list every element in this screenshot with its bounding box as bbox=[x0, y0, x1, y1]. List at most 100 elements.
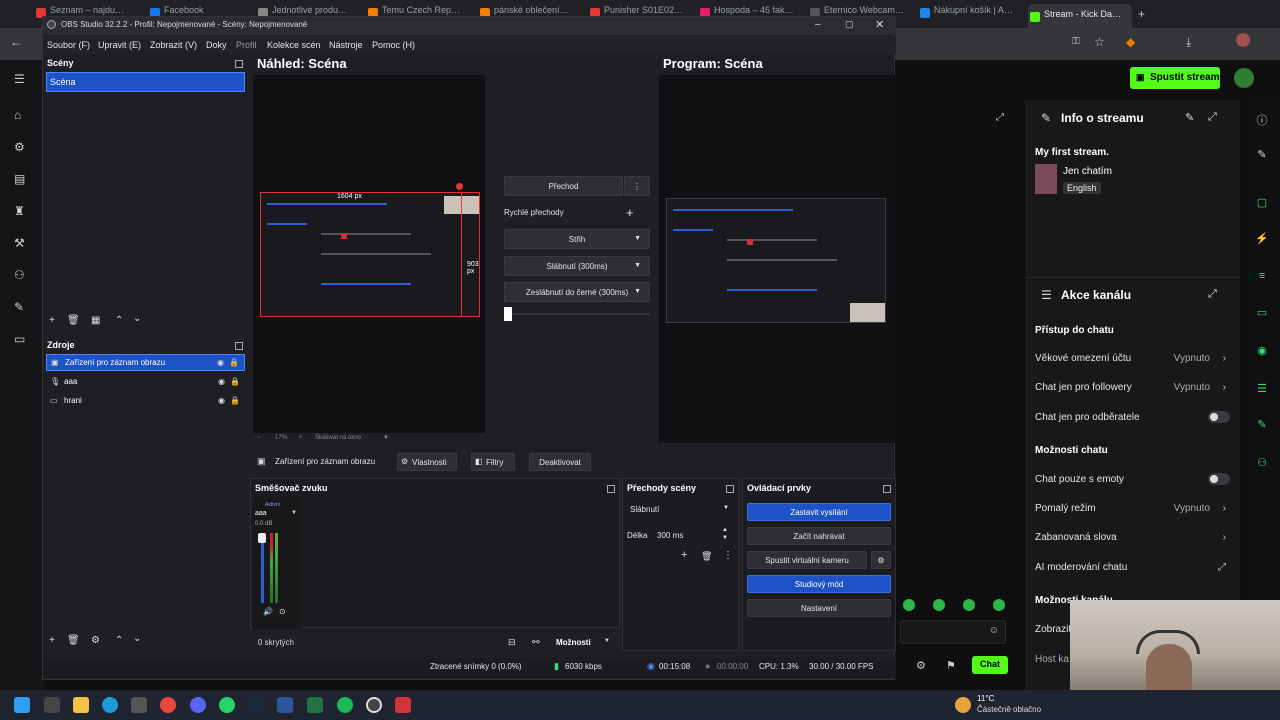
chat-send-button[interactable]: Chat bbox=[972, 656, 1008, 674]
source-item[interactable]: ▣ Zařízení pro záznam obrazu ◉ 🔒 bbox=[46, 354, 245, 371]
setting-row[interactable]: Chat jen pro followery Vypnuto › bbox=[1035, 382, 1230, 393]
setting-label[interactable]: Zobrazit bbox=[1035, 624, 1071, 635]
nav-doc-icon[interactable]: ▭ bbox=[14, 332, 28, 346]
emote-icon[interactable] bbox=[933, 599, 945, 611]
menu-icon[interactable]: ☰ bbox=[14, 72, 28, 86]
dock-float-icon[interactable] bbox=[726, 485, 734, 493]
t-bar-handle[interactable] bbox=[504, 307, 512, 321]
spin-up-icon[interactable]: ▲ bbox=[722, 527, 728, 533]
trash-icon[interactable]: 🗑 bbox=[67, 635, 80, 646]
move-up-icon[interactable]: ⌃ bbox=[115, 635, 123, 646]
subscriber-only-toggle[interactable] bbox=[1208, 411, 1230, 423]
nav-trophy-icon[interactable]: ♜ bbox=[14, 204, 28, 218]
spin-down-icon[interactable]: ▼ bbox=[722, 535, 728, 541]
virtual-camera-button[interactable]: Spustit virtuální kameru bbox=[747, 551, 867, 569]
lock-icon[interactable]: 🔒 bbox=[229, 358, 239, 367]
properties-button[interactable]: ⚙ Vlastnosti bbox=[397, 453, 457, 471]
add-quick-transition-icon[interactable]: + bbox=[626, 205, 634, 220]
nav-settings-icon[interactable]: ⚙ bbox=[14, 140, 28, 154]
transition-button[interactable]: Přechod bbox=[504, 176, 623, 196]
emote-icon[interactable] bbox=[903, 599, 915, 611]
trash-icon[interactable]: 🗑 bbox=[701, 551, 712, 562]
back-icon[interactable]: ← bbox=[10, 35, 22, 49]
chat-input[interactable]: ☺ bbox=[900, 620, 1006, 644]
settings-button[interactable]: Nastavení bbox=[747, 599, 891, 617]
app-icon[interactable] bbox=[395, 697, 411, 713]
gear-icon[interactable]: ⚙ bbox=[91, 635, 100, 646]
kebab-icon[interactable]: ⋮ bbox=[723, 550, 733, 561]
quick-transition-fade-black[interactable]: Zeslábnutí do černé (300ms) ▼ bbox=[504, 282, 650, 302]
browser-tab-active[interactable]: Stream - Kick Da… bbox=[1028, 4, 1132, 28]
chat-icon[interactable]: ▭ bbox=[1254, 306, 1270, 322]
bolt-icon[interactable]: ⚡ bbox=[1254, 232, 1270, 248]
visibility-eye-icon[interactable]: ◉ bbox=[217, 358, 224, 367]
nav-people-icon[interactable]: ⚇ bbox=[14, 268, 28, 282]
expand-icon[interactable]: ⤢ bbox=[1208, 288, 1217, 301]
edit-icon[interactable]: ✎ bbox=[1185, 111, 1194, 124]
pen-icon[interactable]: ✎ bbox=[1254, 148, 1270, 164]
chevron-down-icon[interactable]: ▼ bbox=[291, 510, 297, 516]
tool-icon[interactable]: ✎ bbox=[1254, 418, 1270, 434]
expand-icon[interactable]: ⤢ bbox=[1208, 111, 1217, 124]
windows-start-icon[interactable] bbox=[14, 697, 30, 713]
menu-edit[interactable]: Upravit (E) bbox=[98, 40, 141, 50]
edge-icon[interactable] bbox=[102, 697, 118, 713]
emoji-icon[interactable]: ☺ bbox=[989, 625, 999, 636]
whatsapp-icon[interactable] bbox=[219, 697, 235, 713]
zoom-in-icon[interactable]: + bbox=[299, 435, 303, 441]
nav-chart-icon[interactable]: ▤ bbox=[14, 172, 28, 186]
preview-canvas[interactable] bbox=[260, 192, 480, 317]
word-icon[interactable] bbox=[277, 697, 293, 713]
dock-float-icon[interactable] bbox=[235, 60, 243, 68]
nav-home-icon[interactable]: ⌂ bbox=[14, 108, 28, 122]
setting-row[interactable]: Zabanovaná slova › bbox=[1035, 532, 1230, 543]
star-icon[interactable]: ☆ bbox=[1094, 35, 1105, 49]
file-explorer-icon[interactable] bbox=[73, 697, 89, 713]
virtual-camera-settings-button[interactable]: ⚙ bbox=[871, 551, 891, 569]
duration-input[interactable]: 300 ms ▲ ▼ bbox=[651, 526, 731, 544]
chrome-icon[interactable] bbox=[160, 697, 176, 713]
queue-icon[interactable]: ☰ bbox=[1254, 382, 1270, 398]
menu-scene-collection[interactable]: Kolekce scén bbox=[267, 40, 321, 50]
close-icon[interactable]: ✕ bbox=[875, 18, 884, 31]
zoom-fit-label[interactable]: Škálovat na okno bbox=[315, 435, 361, 441]
volume-fader-handle[interactable] bbox=[258, 533, 266, 543]
emote-icon[interactable] bbox=[963, 599, 975, 611]
zoom-out-icon[interactable]: − bbox=[257, 435, 261, 441]
extension-icon[interactable]: ◆ bbox=[1126, 35, 1135, 49]
deactivate-button[interactable]: Deaktivovat bbox=[529, 453, 591, 471]
popout-icon[interactable]: ⤢ bbox=[996, 112, 1004, 123]
move-up-icon[interactable]: ⌃ bbox=[115, 315, 123, 326]
rotate-handle[interactable] bbox=[456, 183, 463, 190]
broadcast-icon[interactable]: ◉ bbox=[1254, 344, 1270, 360]
source-item[interactable]: ▭ hrani ◉ 🔒 bbox=[46, 393, 245, 410]
transition-menu-button[interactable]: ⋮ bbox=[624, 176, 650, 196]
lock-icon[interactable]: 🔒 bbox=[230, 396, 240, 405]
add-icon[interactable]: + bbox=[49, 635, 55, 646]
menu-file[interactable]: Soubor (F) bbox=[47, 40, 90, 50]
info-icon[interactable]: ⓘ bbox=[1254, 112, 1270, 128]
trash-icon[interactable]: 🗑 bbox=[67, 315, 80, 326]
store-icon[interactable] bbox=[131, 697, 147, 713]
discord-icon[interactable] bbox=[190, 697, 206, 713]
visibility-eye-icon[interactable]: ◉ bbox=[218, 396, 225, 405]
start-recording-button[interactable]: Začít nahrávat bbox=[747, 527, 891, 545]
quick-transition-cut[interactable]: Střih ▼ bbox=[504, 229, 650, 249]
layout-icon[interactable]: ▢ bbox=[1254, 196, 1270, 212]
add-icon[interactable]: + bbox=[681, 549, 687, 561]
add-icon[interactable]: + bbox=[49, 315, 55, 326]
settings-gear-icon[interactable]: ⚙ bbox=[916, 659, 926, 672]
studio-mode-button[interactable]: Studiový mód bbox=[747, 575, 891, 593]
filters-button[interactable]: ◧ Filtry bbox=[471, 453, 515, 471]
gift-icon[interactable]: ⚑ bbox=[946, 659, 956, 672]
menu-help[interactable]: Pomoc (H) bbox=[372, 40, 415, 50]
download-icon[interactable]: ⤓ bbox=[1186, 35, 1191, 50]
stop-stream-button[interactable]: Zastavit vysílání bbox=[747, 503, 891, 521]
chevron-down-icon[interactable]: ▼ bbox=[383, 435, 389, 441]
chevron-down-icon[interactable]: ▼ bbox=[604, 638, 610, 644]
source-item[interactable]: 🎙 aaa ◉ 🔒 bbox=[46, 374, 245, 391]
excel-icon[interactable] bbox=[307, 697, 323, 713]
quick-transition-fade[interactable]: Slábnutí (300ms) ▼ bbox=[504, 256, 650, 276]
new-tab-icon[interactable]: + bbox=[1138, 7, 1145, 21]
maximize-icon[interactable]: ▢ bbox=[845, 19, 854, 30]
